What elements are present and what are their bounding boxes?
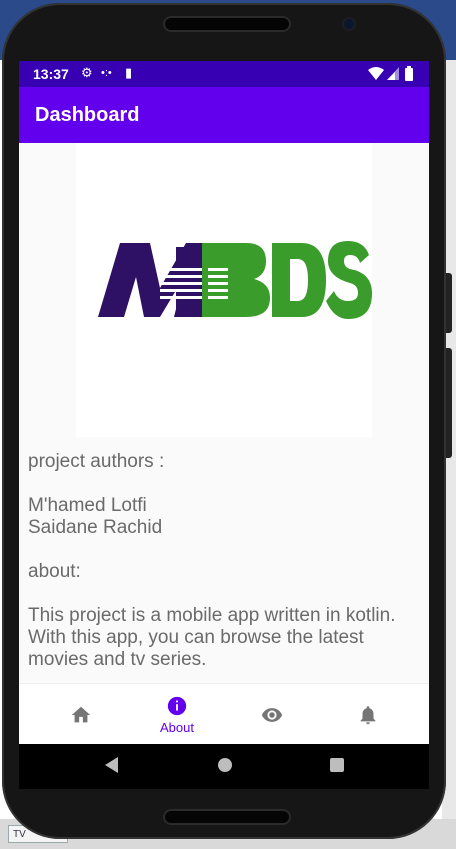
app-title: Dashboard <box>35 104 140 126</box>
volume-button[interactable] <box>446 348 452 458</box>
back-icon[interactable] <box>105 757 118 773</box>
bottom-navigation: About <box>19 683 429 744</box>
signal-icon <box>387 67 399 80</box>
info-icon <box>167 696 187 716</box>
about-content[interactable]: project authors : M'hamed Lotfi Saidane … <box>19 143 429 683</box>
eye-icon <box>261 708 283 722</box>
nav-item-watch[interactable] <box>222 684 322 744</box>
mbds-logo-image <box>98 241 372 319</box>
bell-icon <box>360 706 376 725</box>
nav-label-about: About <box>160 720 194 735</box>
sd-card-icon: ▮ <box>125 65 133 80</box>
system-navigation-bar <box>19 744 429 789</box>
top-speaker <box>163 16 291 32</box>
wifi-icon <box>368 67 384 80</box>
about-text: project authors : M'hamed Lotfi Saidane … <box>28 451 396 670</box>
status-time: 13:37 <box>33 66 69 82</box>
battery-icon <box>405 66 413 81</box>
nav-item-home[interactable] <box>31 684 131 744</box>
nav-item-about[interactable]: About <box>127 684 227 744</box>
mbds-logo <box>76 143 372 437</box>
power-button[interactable] <box>446 273 452 333</box>
home-circle-icon[interactable] <box>218 758 232 772</box>
phone-screen: 13:37 ⚙ •:• ▮ Dashboard project authors … <box>19 61 429 744</box>
dots-icon: •:• <box>101 67 112 79</box>
nav-item-notifications[interactable] <box>318 684 418 744</box>
recents-icon[interactable] <box>330 758 344 772</box>
app-bar: Dashboard <box>19 87 429 143</box>
home-icon <box>71 706 91 723</box>
gear-icon: ⚙ <box>81 65 93 80</box>
bottom-speaker <box>163 809 291 825</box>
status-bar: 13:37 ⚙ •:• ▮ <box>19 61 429 87</box>
front-camera <box>344 19 354 29</box>
